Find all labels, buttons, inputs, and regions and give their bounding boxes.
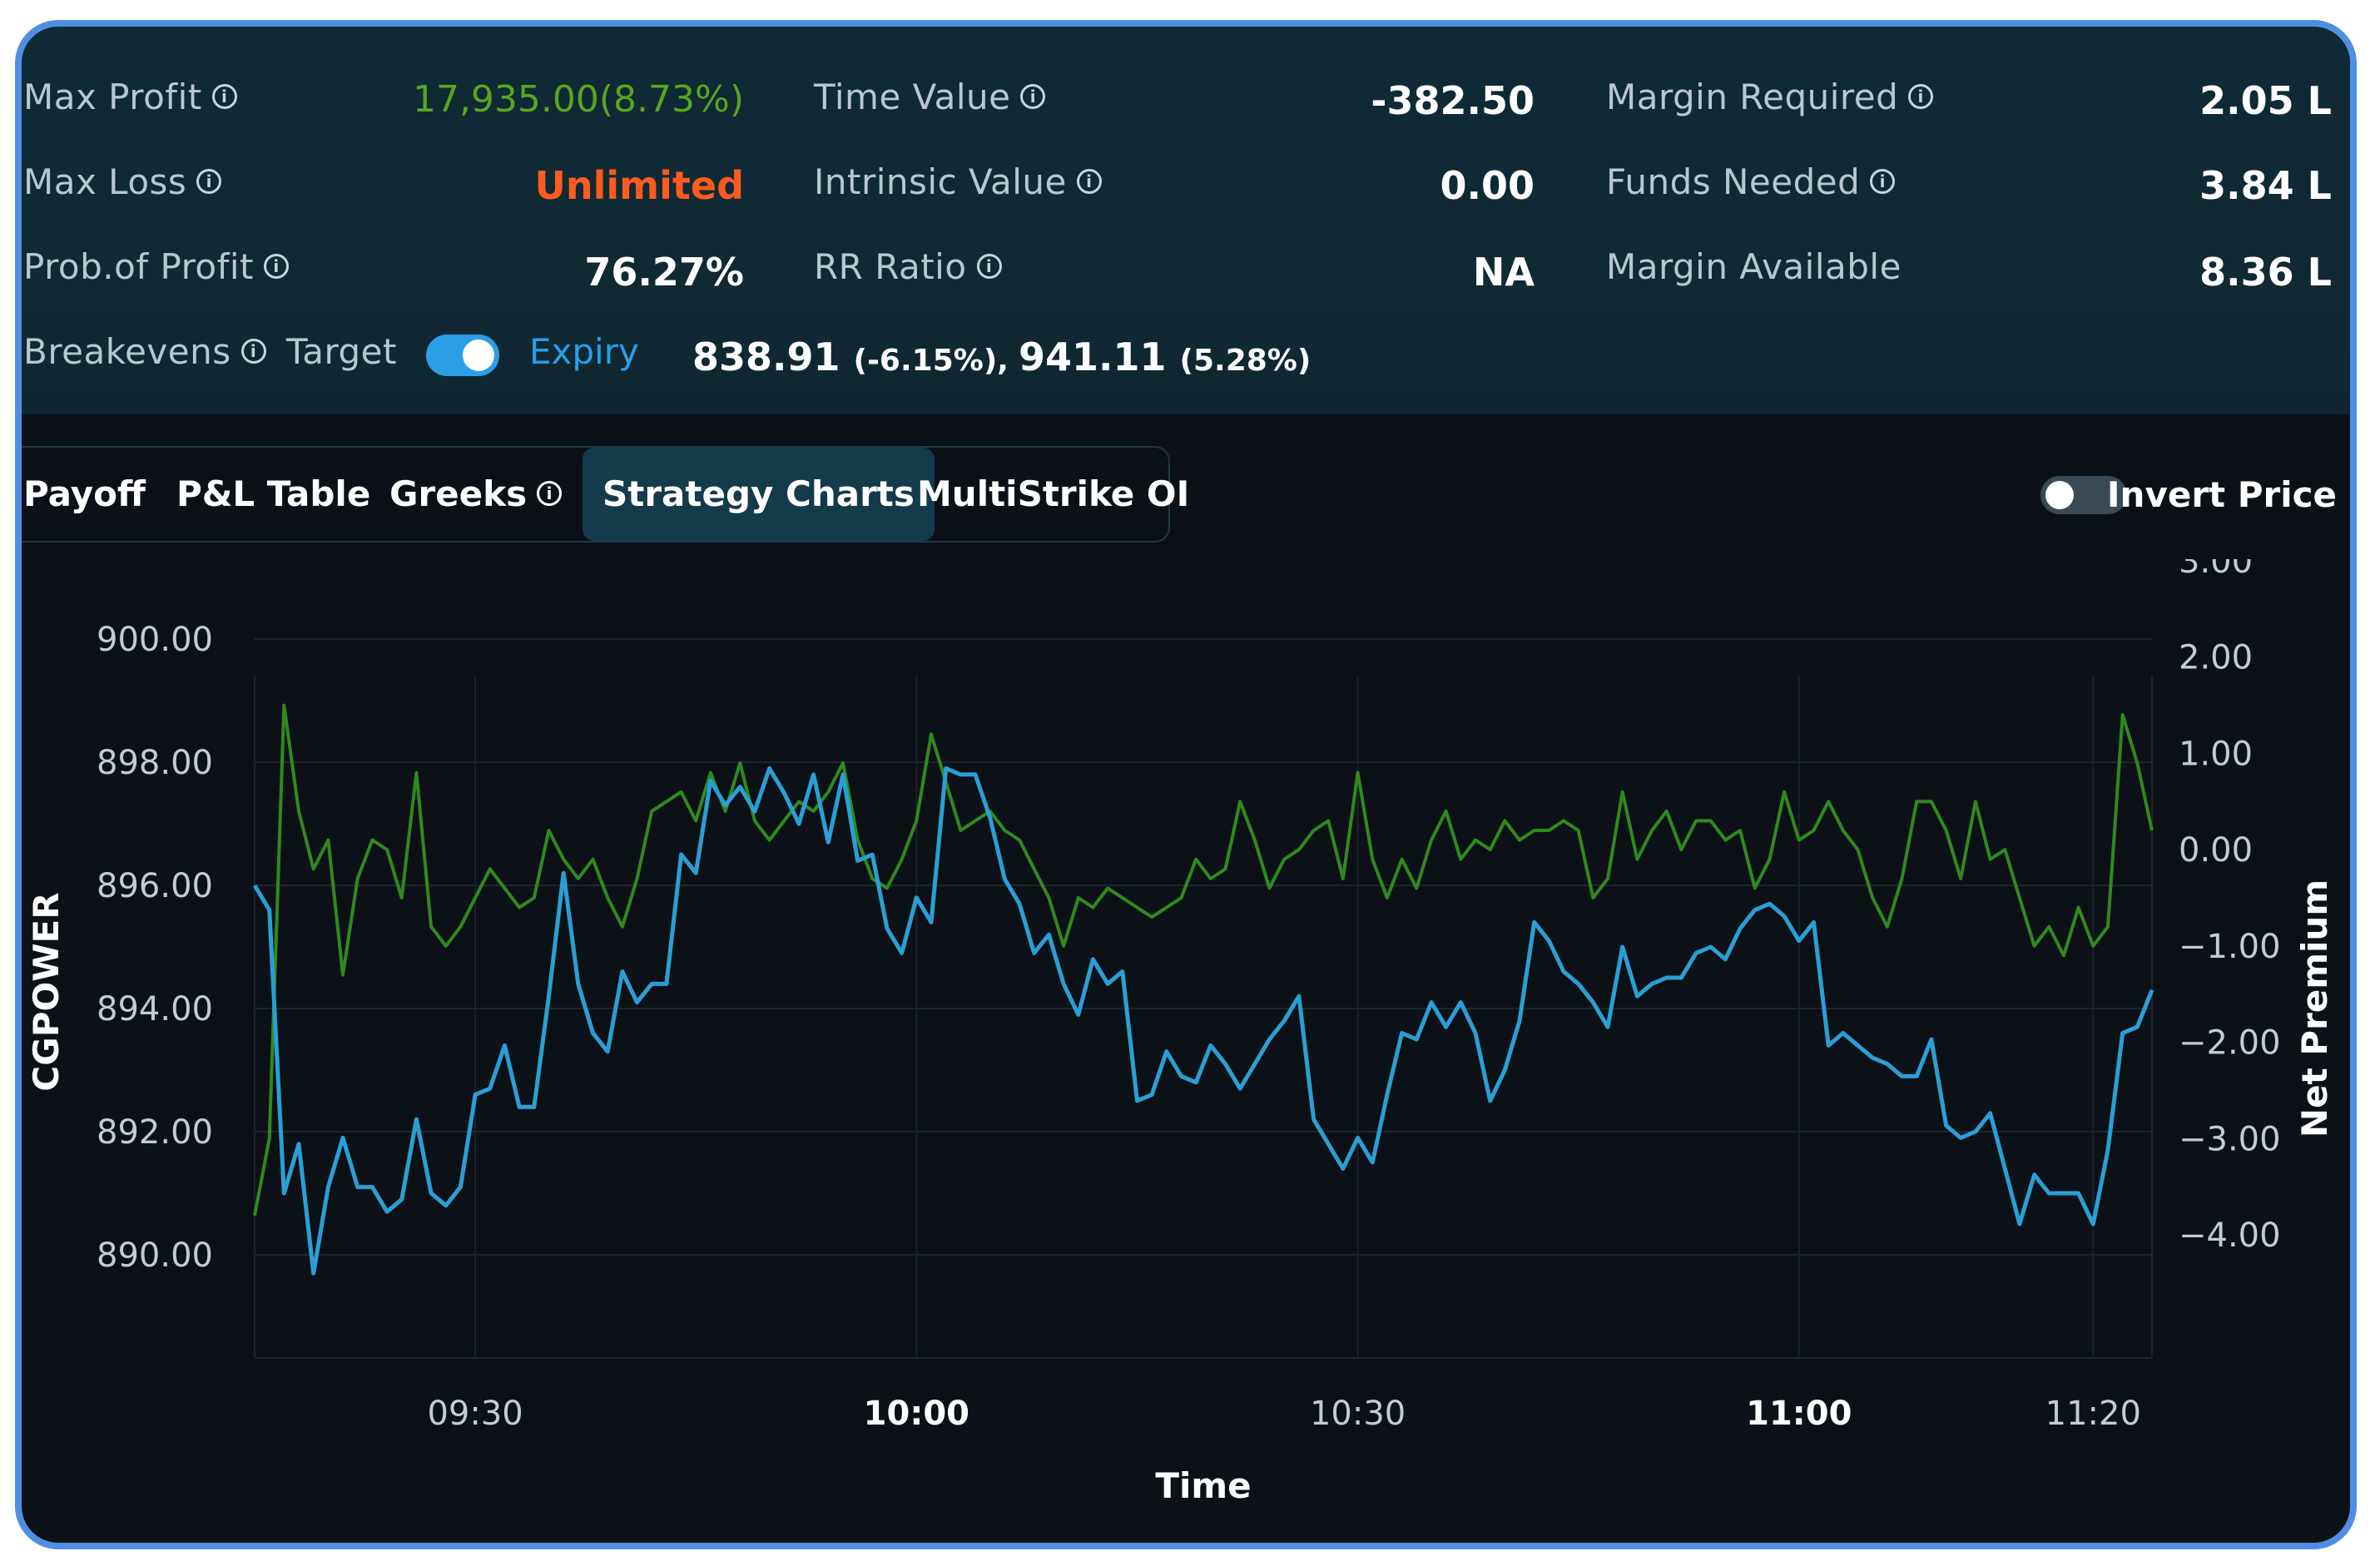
series-line-cgpower [252,766,2154,1276]
tab-strategy-charts[interactable]: Strategy Charts [583,448,935,541]
max-profit-value: 17,935.00(8.73%) [412,78,744,121]
chart-gridlines [254,638,2153,1359]
rr-ratio-value: NA [1472,250,1535,295]
max-loss-label: Max Loss i [23,161,222,202]
x-tick-label: 11:00 [1746,1395,1852,1433]
tab-pl-table[interactable]: P&L Table [176,448,370,541]
breakeven-1-value: 838.91 (-6.15%), [692,335,1009,379]
strategy-tabs: Payoff P&L Table Greeks i Strategy Charts… [22,446,1189,543]
info-icon[interactable]: i [1076,168,1102,194]
margin-available-value: 8.36 L [2199,250,2332,295]
tab-greeks[interactable]: Greeks i [389,448,563,541]
tab-multistrike-oi[interactable]: MultiStrike OI [917,448,1189,541]
x-tick-label: 10:30 [1310,1395,1406,1433]
strategy-stats-panel: Max Profit i 17,935.00(8.73%) Max Loss i U… [22,27,2350,414]
chart-series [252,703,2154,1276]
intrinsic-value-label: Intrinsic Value i [814,161,1102,202]
x-axis-label: Time [1155,1465,1251,1506]
target-expiry-toggle[interactable] [426,335,499,376]
margin-required-value: 2.05 L [2199,78,2332,123]
breakevens-label: Breakevens i [23,331,266,372]
info-icon[interactable]: i [211,83,237,109]
info-icon[interactable]: i [1020,83,1046,109]
target-label: Target [286,331,397,372]
x-axis-ticks: 09:30 10:00 10:30 11:00 11:20 [427,1395,2140,1433]
max-loss-value: Unlimited [534,163,744,208]
info-icon[interactable]: i [1908,83,1934,109]
info-icon[interactable]: i [240,338,266,364]
funds-needed-label: Funds Needed i [1606,161,1896,202]
time-value-value: -382.50 [1371,78,1535,123]
y-right-tick-label: 2.00 [2179,639,2253,677]
invert-price-label: Invert Price [2106,474,2337,515]
x-tick-label: 11:20 [2045,1395,2141,1433]
y-left-tick-label: 900.00 [97,621,213,659]
toggle-knob [2045,481,2074,509]
series-line-net-premium [253,703,2154,1217]
y-right-tick-label: −1.00 [2179,928,2281,966]
rr-ratio-label: RR Ratio i [814,246,1002,287]
prob-profit-label: Prob.of Profit i [23,246,290,287]
funds-needed-value: 3.84 L [2199,163,2332,208]
margin-available-label: Margin Available [1606,246,1902,287]
y-right-tick-label: 3.00 [2179,559,2253,581]
x-tick-label: 10:00 [864,1395,969,1433]
y-right-tick-label: −2.00 [2179,1024,2281,1063]
y-right-tick-label: 0.00 [2179,831,2253,870]
expiry-label[interactable]: Expiry [529,331,639,372]
max-profit-label: Max Profit i [23,77,237,117]
left-axis-ticks: 900.00 898.00 896.00 894.00 892.00 890.00 [97,621,213,1275]
y-right-tick-label: −4.00 [2179,1217,2281,1255]
strategy-chart[interactable]: 900.00 898.00 896.00 894.00 892.00 890.00 3.0… [22,559,2350,1549]
y-left-tick-label: 896.00 [97,867,213,905]
y-right-tick-label: 1.00 [2179,735,2253,773]
margin-required-label: Margin Required i [1606,77,1934,117]
right-axis-label: Net Premium [2294,880,2335,1137]
tab-payoff[interactable]: Payoff [23,448,146,541]
left-axis-label: CGPOWER [26,892,67,1091]
intrinsic-value-value: 0.00 [1440,163,1535,208]
info-icon[interactable]: i [264,253,290,279]
x-tick-label: 09:30 [427,1395,523,1433]
info-icon[interactable]: i [1870,168,1896,194]
info-icon[interactable]: i [976,253,1002,279]
y-left-tick-label: 892.00 [97,1113,213,1152]
app-frame: Max Profit i 17,935.00(8.73%) Max Loss i U… [15,20,2357,1549]
breakeven-2-value: 941.11 (5.28%) [1019,335,1311,379]
info-icon[interactable]: i [537,480,563,506]
y-left-tick-label: 898.00 [97,744,213,782]
y-left-tick-label: 894.00 [97,990,213,1028]
time-value-label: Time Value i [814,77,1046,117]
right-axis-ticks: 3.00 2.00 1.00 0.00 −1.00 −2.00 −3.00 −4.00 [2179,559,2281,1255]
y-left-tick-label: 890.00 [97,1236,213,1275]
toggle-knob [463,339,494,371]
y-right-tick-label: −3.00 [2179,1120,2281,1158]
info-icon[interactable]: i [196,168,222,194]
prob-profit-value: 76.27% [584,250,744,295]
